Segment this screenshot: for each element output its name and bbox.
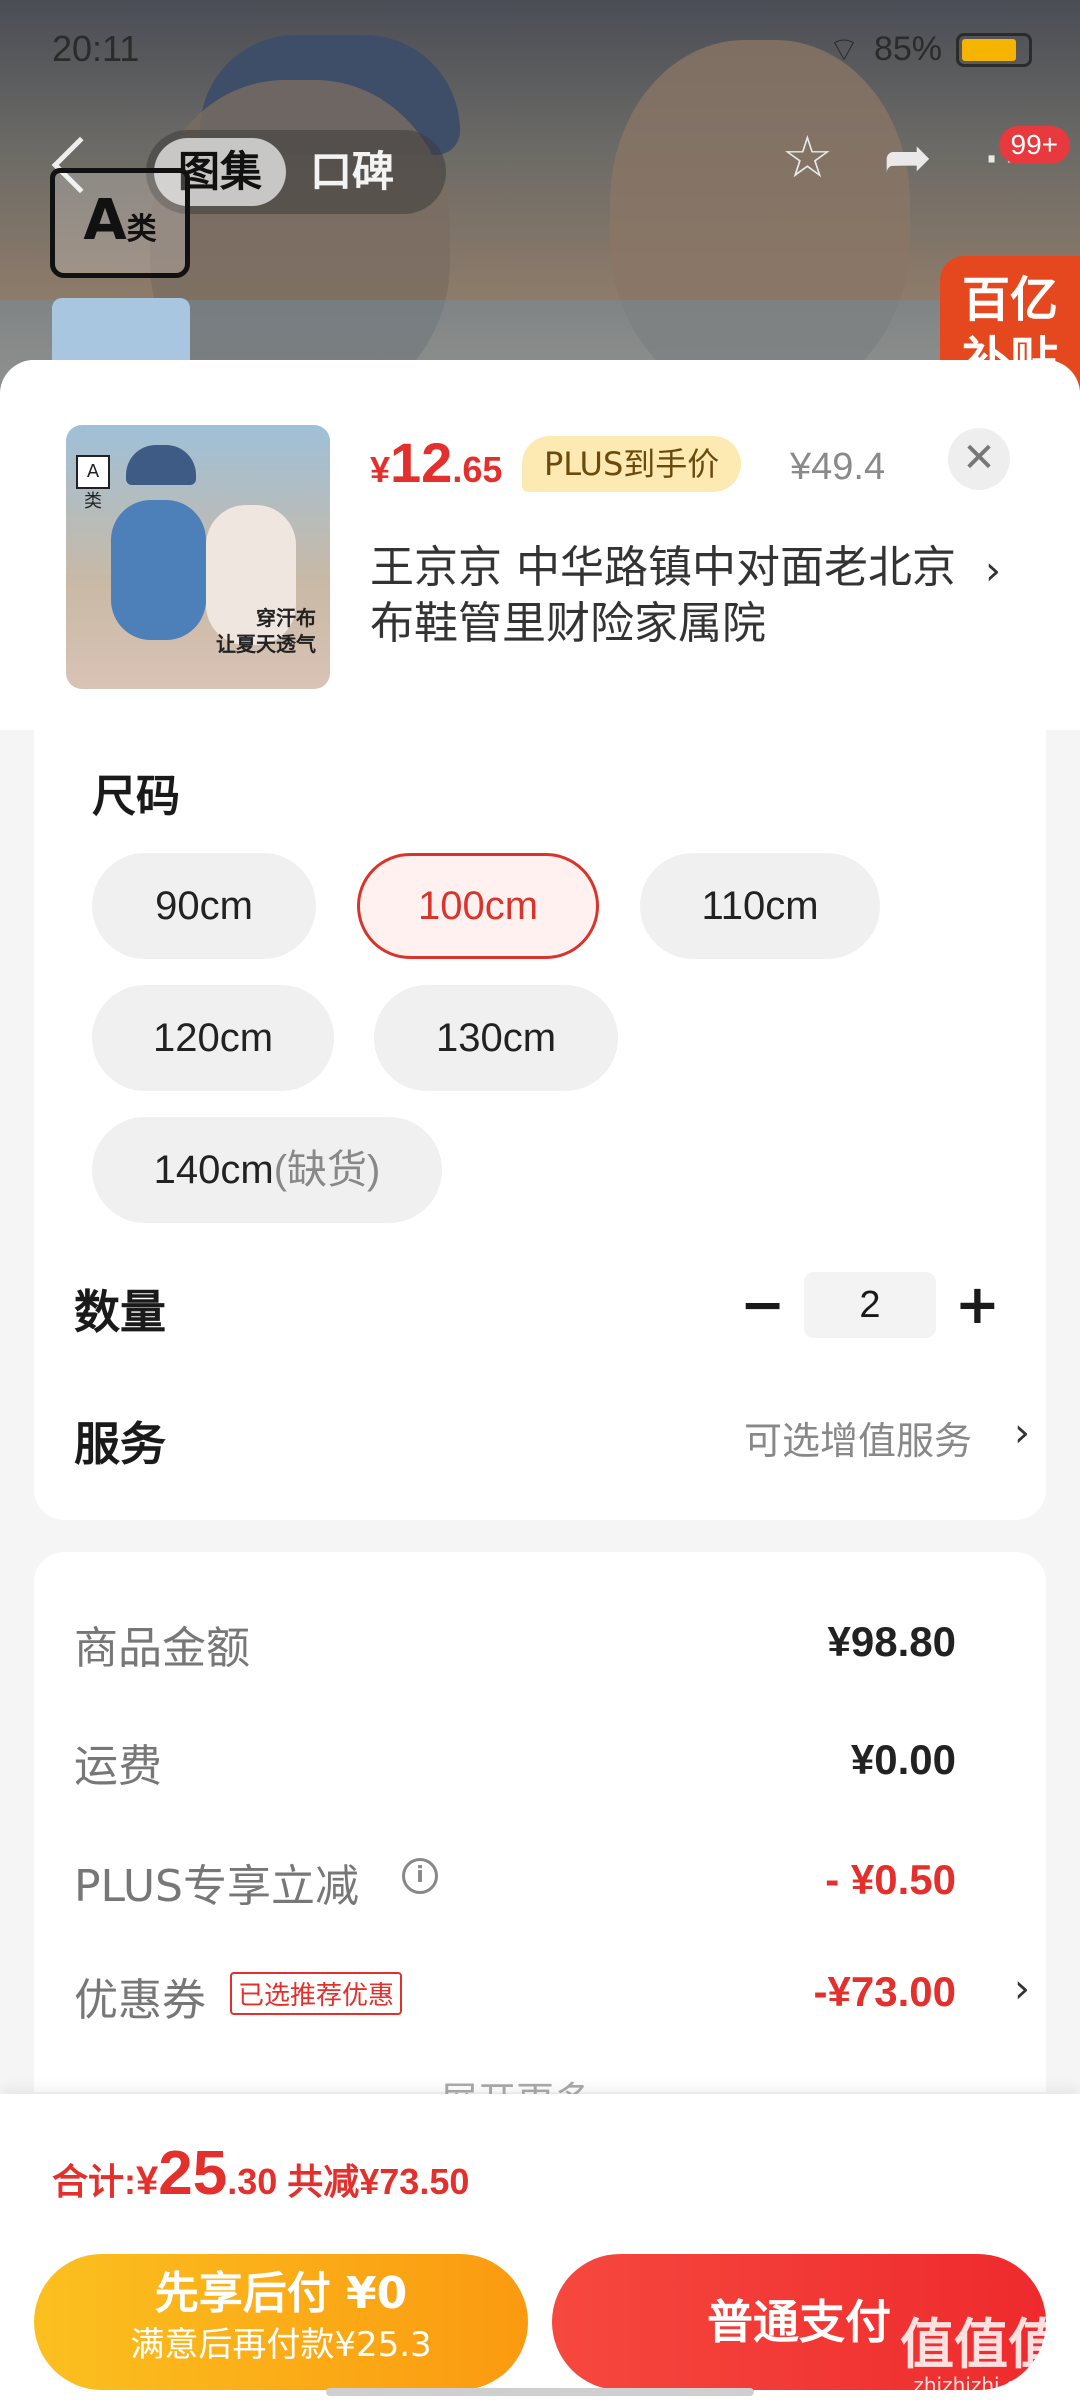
grade-suffix: 类: [126, 212, 157, 247]
thumb-grade-tag: A类: [76, 455, 110, 512]
pay-later-button[interactable]: 先享后付 ¥0 满意后再付款¥25.3: [34, 2254, 528, 2390]
minus-icon[interactable]: −: [740, 1278, 785, 1332]
service-value[interactable]: 可选增值服务: [744, 1410, 972, 1465]
plus-price: ¥12.65: [370, 430, 502, 495]
tab-reviews[interactable]: 口碑: [286, 138, 418, 206]
thumb-slogan-2: 让夏天透气: [216, 632, 316, 656]
thumb-slogan-1: 穿汗布: [256, 606, 316, 630]
goods-amount-label: 商品金额: [74, 1623, 250, 1674]
shipping-label: 运费: [74, 1741, 162, 1792]
total-integer: 25: [158, 2139, 228, 2208]
service-chevron-icon[interactable]: ›: [1014, 1410, 1030, 1456]
coupon-label: 优惠券: [74, 1975, 206, 2026]
goods-amount-value: ¥98.80: [827, 1618, 956, 1665]
coupon-chevron-icon[interactable]: ›: [1014, 1966, 1030, 2012]
address-chevron-icon[interactable]: ›: [985, 548, 1001, 594]
total-decimal: .30: [227, 2161, 278, 2202]
quantity-value[interactable]: 2: [804, 1272, 936, 1338]
info-icon[interactable]: i: [402, 1858, 438, 1894]
watermark: 值值值 zhizhizhi.com: [900, 2318, 1062, 2398]
quantity-label: 数量: [74, 1285, 166, 1339]
coupon-recommended-tag: 已选推荐优惠: [230, 1972, 403, 2015]
size-option-100-selected[interactable]: 100cm: [357, 853, 599, 959]
watermark-site: zhizhizhi.com: [913, 2373, 1049, 2397]
grade-a-badge: A类: [50, 168, 190, 278]
total-saved: 共减¥73.50: [287, 2161, 470, 2202]
plus-discount-label: PLUS专享立减: [74, 1861, 359, 1912]
status-time: 20:11: [52, 28, 140, 69]
product-thumbnail[interactable]: A类 穿汗布 让夏天透气: [66, 425, 330, 689]
close-icon[interactable]: ✕: [948, 428, 1010, 490]
thumb-slogan: 穿汗布 让夏天透气: [216, 605, 316, 657]
watermark-logo: 值值值: [900, 2313, 1062, 2376]
size-option-110[interactable]: 110cm: [640, 853, 880, 959]
quantity-stepper: − 2 +: [740, 1270, 1000, 1340]
order-total: 合计:¥25.30 共减¥73.50: [52, 2138, 469, 2209]
media-tabs: 图集 口碑: [146, 130, 446, 214]
size-option-130[interactable]: 130cm: [374, 985, 618, 1091]
size-option-140-out-of-stock[interactable]: 140cm(缺货): [92, 1117, 442, 1223]
plus-price-label: PLUS到手价: [522, 436, 742, 492]
size-title: 尺码: [92, 771, 180, 822]
plus-icon[interactable]: +: [955, 1278, 1000, 1332]
shipping-address[interactable]: 王京京 中华路镇中对面老北京布鞋管里财险家属院: [370, 540, 960, 652]
price-integer: 12: [390, 431, 453, 494]
favorite-star-icon[interactable]: ☆: [781, 128, 833, 186]
grade-letter: A: [83, 188, 127, 253]
out-of-stock-note: (缺货): [273, 1148, 381, 1192]
size-option-90[interactable]: 90cm: [92, 853, 316, 959]
service-label: 服务: [74, 1417, 166, 1471]
coupon-value[interactable]: -¥73.00: [814, 1968, 956, 2016]
share-icon[interactable]: ➦: [883, 128, 932, 186]
home-indicator[interactable]: [326, 2388, 754, 2396]
price-currency: ¥: [370, 449, 391, 490]
thumb-child-left: [111, 500, 206, 640]
original-price: ¥49.4: [790, 446, 886, 488]
battery-percent: 85%: [873, 30, 942, 68]
battery-icon: [956, 32, 1032, 67]
pay-later-subtitle: 满意后再付款¥25.3: [130, 2325, 432, 2365]
shipping-value: ¥0.00: [850, 1736, 956, 1783]
pay-later-title: 先享后付 ¥0: [154, 2268, 408, 2319]
plus-discount-value: - ¥0.50: [825, 1856, 956, 1903]
total-currency: ¥: [136, 2159, 159, 2203]
price-decimal: .65: [452, 449, 503, 490]
total-label: 合计:: [52, 2161, 136, 2202]
size-option-120[interactable]: 120cm: [92, 985, 334, 1091]
thumb-cap: [126, 445, 196, 485]
size-140-label: 140cm: [153, 1148, 274, 1192]
notification-badge: 99+: [998, 126, 1070, 164]
status-icons: ⌔ 85%: [828, 28, 1032, 71]
wifi-icon: ⌔: [827, 31, 860, 69]
